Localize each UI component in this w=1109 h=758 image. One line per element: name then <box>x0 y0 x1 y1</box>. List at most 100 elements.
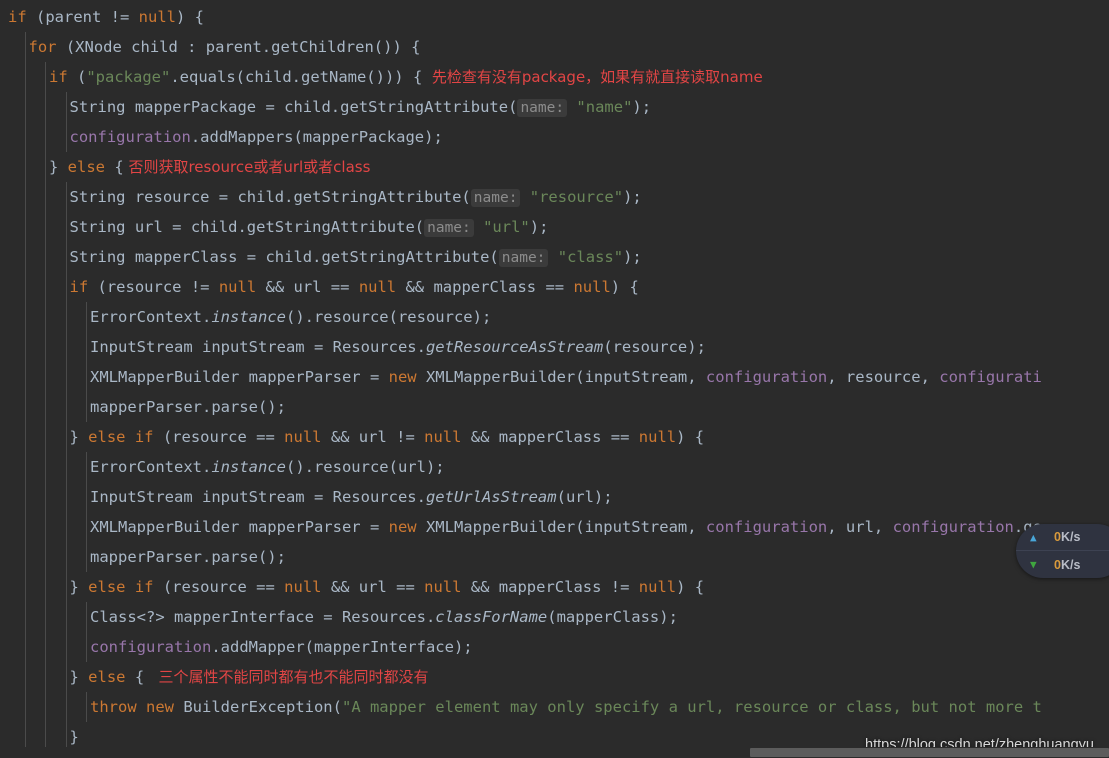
code-line[interactable]: mapperParser.parse(); <box>0 542 1042 572</box>
code-token-plain: ErrorContext. <box>90 308 212 326</box>
code-token-plain: (url); <box>556 488 613 506</box>
code-line[interactable]: String resource = child.getStringAttribu… <box>0 182 1042 212</box>
code-line[interactable]: Class<?> mapperInterface = Resources.cla… <box>0 602 1042 632</box>
code-token-plain: ); <box>623 188 642 206</box>
code-token-plain: mapperParser.parse(); <box>90 398 286 416</box>
code-token-kw: if <box>69 278 89 296</box>
code-token-cmt: 否则获取resource或者url或者class <box>123 158 371 176</box>
code-token-str: "url" <box>473 218 530 236</box>
code-token-kw: for <box>28 38 57 56</box>
code-token-plain: .addMapper(mapperInterface); <box>211 638 473 656</box>
code-content[interactable]: if (parent != null) {for (XNode child : … <box>0 0 1042 758</box>
code-token-plain: , url, <box>827 518 893 536</box>
code-line[interactable]: XMLMapperBuilder mapperParser = new XMLM… <box>0 512 1042 542</box>
code-token-hint: name: <box>517 99 568 117</box>
code-line[interactable]: } else { 三个属性不能同时都有也不能同时都没有 <box>0 662 1042 692</box>
code-token-plain: ) { <box>176 8 204 26</box>
code-line[interactable]: throw new BuilderException("A mapper ele… <box>0 692 1042 722</box>
code-token-kw: throw new <box>90 698 174 716</box>
code-token-cmt: 三个属性不能同时都有也不能同时都没有 <box>144 668 429 686</box>
code-token-kw: null <box>424 428 462 446</box>
code-token-cmt: 先检查有没有package，如果有就直接读取name <box>422 68 763 86</box>
horizontal-scrollbar-track[interactable] <box>0 747 1109 758</box>
code-line[interactable]: InputStream inputStream = Resources.getR… <box>0 332 1042 362</box>
code-token-str: "A mapper element may only specify a url… <box>341 698 1042 716</box>
code-token-plain: (resource != <box>88 278 219 296</box>
code-line[interactable]: String mapperPackage = child.getStringAt… <box>0 92 1042 122</box>
code-token-kw: new <box>388 368 417 386</box>
code-token-kw: if <box>8 8 27 26</box>
code-line[interactable]: InputStream inputStream = Resources.getU… <box>0 482 1042 512</box>
code-token-plain: && mapperClass != <box>461 578 639 596</box>
code-line[interactable]: } else if (resource == null && url == nu… <box>0 572 1042 602</box>
code-line[interactable]: mapperParser.parse(); <box>0 392 1042 422</box>
code-token-str: "class" <box>548 248 624 266</box>
code-token-plain: Class<?> mapperInterface = Resources. <box>90 608 436 626</box>
code-token-plain: ( <box>67 68 87 86</box>
code-token-str: "name" <box>567 98 633 116</box>
upload-speed-value: 0K/s <box>1054 524 1080 552</box>
code-line[interactable]: String url = child.getStringAttribute(na… <box>0 212 1042 242</box>
download-speed-value: 0K/s <box>1054 550 1080 579</box>
network-speed-widget[interactable]: ▲ 0K/s ▼ 0K/s <box>1016 524 1109 578</box>
code-token-plain: (resource); <box>603 338 706 356</box>
code-token-plain: XMLMapperBuilder mapperParser = <box>90 518 389 536</box>
code-token-plain: BuilderException( <box>174 698 342 716</box>
code-token-plain: ().resource(url); <box>285 458 445 476</box>
code-token-plain: != <box>110 8 139 26</box>
code-line[interactable]: String mapperClass = child.getStringAttr… <box>0 242 1042 272</box>
code-token-plain: String resource = child.getStringAttribu… <box>69 188 471 206</box>
code-token-stat: getResourceAsStream <box>425 338 604 356</box>
code-line[interactable]: ErrorContext.instance().resource(url); <box>0 452 1042 482</box>
code-token-fld: configurati <box>939 368 1042 386</box>
code-token-kw: else <box>67 158 105 176</box>
code-token-plain: } <box>69 668 89 686</box>
code-token-kw: null <box>358 278 397 296</box>
code-line[interactable]: configuration.addMapper(mapperInterface)… <box>0 632 1042 662</box>
code-line[interactable]: for (XNode child : parent.getChildren())… <box>0 32 1042 62</box>
code-token-kw: null <box>638 428 677 446</box>
code-token-plain: XMLMapperBuilder(inputStream, <box>416 368 706 386</box>
code-token-kw: else <box>88 668 126 686</box>
code-token-kw: null <box>218 278 257 296</box>
upload-speed-unit: K/s <box>1060 530 1081 544</box>
code-token-kw: else if <box>88 428 154 446</box>
code-token-str: "package" <box>86 68 171 86</box>
code-line[interactable]: if (resource != null && url == null && m… <box>0 272 1042 302</box>
code-token-fld: configuration <box>705 368 828 386</box>
code-token-hint: name: <box>470 189 521 207</box>
code-line[interactable]: if (parent != null) { <box>0 2 1042 32</box>
code-token-kw: null <box>138 8 176 26</box>
code-token-hint: name: <box>424 219 474 237</box>
code-line[interactable]: ErrorContext.instance().resource(resourc… <box>0 302 1042 332</box>
code-editor[interactable]: if (parent != null) {for (XNode child : … <box>0 0 1109 758</box>
code-token-plain: ().resource(resource); <box>285 308 492 326</box>
arrow-down-icon: ▼ <box>1030 558 1037 571</box>
code-token-plain: .equals(child.getName())) { <box>170 68 423 86</box>
code-token-plain: InputStream inputStream = Resources. <box>90 338 426 356</box>
code-token-fld: configuration <box>69 128 191 146</box>
code-line[interactable]: XMLMapperBuilder mapperParser = new XMLM… <box>0 362 1042 392</box>
code-token-kw: else if <box>88 578 154 596</box>
code-token-plain: && url == <box>256 278 359 296</box>
code-token-plain: ); <box>623 248 642 266</box>
horizontal-scrollbar-thumb[interactable] <box>750 748 1109 757</box>
code-token-plain: ) { <box>610 278 639 296</box>
code-token-plain: } <box>69 578 89 596</box>
code-token-fld: configuration <box>90 638 212 656</box>
code-line[interactable]: } else if (resource == null && url != nu… <box>0 422 1042 452</box>
code-line[interactable]: configuration.addMappers(mapperPackage); <box>0 122 1042 152</box>
code-token-plain: && mapperClass == <box>461 428 639 446</box>
code-line[interactable]: } else { 否则获取resource或者url或者class <box>0 152 1042 182</box>
code-token-plain: String mapperClass = child.getStringAttr… <box>69 248 499 266</box>
code-token-kw: if <box>49 68 68 86</box>
code-token-stat: instance <box>211 308 286 326</box>
code-token-kw: new <box>388 518 417 536</box>
code-token-plain: XMLMapperBuilder mapperParser = <box>90 368 389 386</box>
code-token-stat: classForName <box>435 608 548 626</box>
code-token-plain: (mapperClass); <box>547 608 678 626</box>
code-token-plain: (resource == <box>153 428 285 446</box>
code-token-hint: name: <box>498 249 549 267</box>
upload-speed-number: 0 <box>1054 530 1061 544</box>
code-line[interactable]: if ("package".equals(child.getName())) {… <box>0 62 1042 92</box>
